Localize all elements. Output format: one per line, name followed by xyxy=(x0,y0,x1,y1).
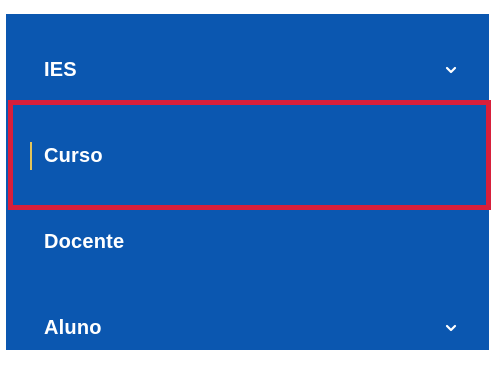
sidebar-item-label: Curso xyxy=(44,144,103,167)
active-indicator xyxy=(30,142,32,170)
chevron-down-icon[interactable] xyxy=(445,323,457,333)
sidebar-item-label: Aluno xyxy=(44,316,102,339)
sidebar-menu: IES Curso Docente Aluno xyxy=(6,14,489,350)
sidebar-item-ies[interactable]: IES xyxy=(6,28,489,112)
sidebar-item-label: IES xyxy=(44,58,77,81)
sidebar-item-curso[interactable]: Curso xyxy=(6,114,489,198)
chevron-down-icon[interactable] xyxy=(445,65,457,75)
sidebar-item-docente[interactable]: Docente xyxy=(6,200,489,284)
sidebar-item-aluno[interactable]: Aluno xyxy=(6,286,489,370)
sidebar-item-label: Docente xyxy=(44,230,125,253)
